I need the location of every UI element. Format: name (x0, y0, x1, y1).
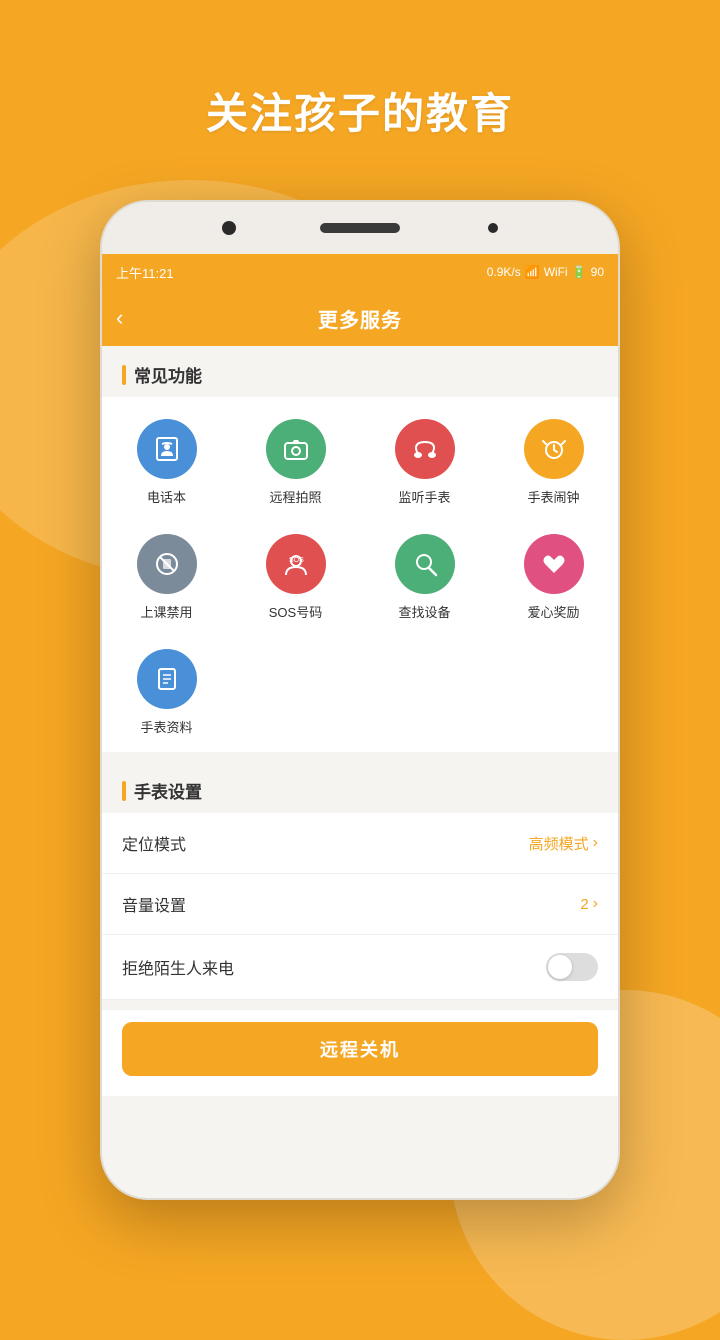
icon-item-find-device[interactable]: 查找设备 (360, 522, 489, 637)
watch-info-icon (137, 649, 197, 709)
love-reward-icon (524, 534, 584, 594)
sos-icon: SOS (266, 534, 326, 594)
app-header: ‹ 更多服务 (102, 290, 618, 346)
volume-value: 2 › (580, 895, 598, 913)
section-bar-common (122, 365, 126, 385)
icon-item-alarm[interactable]: 手表闹钟 (489, 407, 618, 522)
find-device-label: 查找设备 (398, 602, 450, 621)
divider1 (102, 752, 618, 762)
icon-item-phonebook[interactable]: 电话本 (102, 407, 231, 522)
section-bar-watch (122, 781, 126, 801)
wifi-icon: WiFi (544, 265, 568, 279)
watch-section-title: 手表设置 (134, 778, 202, 803)
location-value-text: 高频模式 (529, 833, 589, 854)
settings-item-location[interactable]: 定位模式 高频模式 › (102, 813, 618, 874)
status-bar: 上午11:21 0.9K/s 📶 WiFi 🔋 90 (102, 254, 618, 290)
alarm-icon (524, 419, 584, 479)
monitor-icon (395, 419, 455, 479)
svg-text:SOS: SOS (289, 557, 304, 564)
phone-speaker (320, 223, 400, 233)
common-section: 常见功能 电话本 (102, 346, 618, 752)
icon-item-watch-info[interactable]: 手表资料 (102, 637, 231, 752)
class-ban-icon (137, 534, 197, 594)
remote-photo-label: 远程拍照 (269, 487, 321, 506)
battery-icon: 🔋 (572, 265, 587, 279)
phone-content: 常见功能 电话本 (102, 346, 618, 1198)
watch-section-header: 手表设置 (102, 762, 618, 813)
icon-item-love-reward[interactable]: 爱心奖励 (489, 522, 618, 637)
reject-toggle[interactable] (546, 953, 598, 981)
common-section-header: 常见功能 (102, 346, 618, 397)
reject-label: 拒绝陌生人来电 (122, 955, 234, 979)
icon-item-monitor[interactable]: 监听手表 (360, 407, 489, 522)
back-button[interactable]: ‹ (116, 305, 123, 331)
volume-chevron: › (593, 895, 598, 913)
battery-value: 90 (591, 265, 604, 279)
location-label: 定位模式 (122, 831, 186, 855)
sos-label: SOS号码 (269, 602, 322, 621)
find-device-icon (395, 534, 455, 594)
volume-value-text: 2 (580, 896, 588, 913)
icon-item-sos[interactable]: SOS SOS号码 (231, 522, 360, 637)
header-title: 更多服务 (318, 304, 402, 333)
phone-camera-front (488, 223, 498, 233)
class-ban-label: 上课禁用 (140, 602, 192, 621)
phone-mockup: 上午11:21 0.9K/s 📶 WiFi 🔋 90 ‹ 更多服务 常见功能 (100, 200, 620, 1200)
phonebook-label: 电话本 (147, 487, 186, 506)
monitor-label: 监听手表 (398, 487, 450, 506)
location-value: 高频模式 › (529, 833, 598, 854)
network-speed: 0.9K/s (487, 265, 521, 279)
location-chevron: › (593, 834, 598, 852)
alarm-label: 手表闹钟 (527, 487, 579, 506)
phone-top-bar (102, 202, 618, 254)
icon-grid-row1: 电话本 远程拍照 (102, 397, 618, 752)
remote-shutdown-button[interactable]: 远程关机 (122, 1022, 598, 1076)
phone-camera (222, 221, 236, 235)
headline: 关注孩子的教育 (0, 80, 720, 141)
watch-info-label: 手表资料 (140, 717, 192, 736)
phonebook-icon (137, 419, 197, 479)
signal-icon: 📶 (525, 265, 540, 279)
volume-label: 音量设置 (122, 892, 186, 916)
toggle-knob (548, 955, 572, 979)
settings-list: 定位模式 高频模式 › 音量设置 2 › 拒绝陌生人来电 (102, 813, 618, 1000)
status-time: 上午11:21 (116, 263, 174, 282)
icon-item-class-ban[interactable]: 上课禁用 (102, 522, 231, 637)
settings-item-reject[interactable]: 拒绝陌生人来电 (102, 935, 618, 1000)
remote-photo-icon (266, 419, 326, 479)
common-section-title: 常见功能 (134, 362, 202, 387)
icon-item-remote-photo[interactable]: 远程拍照 (231, 407, 360, 522)
watch-section: 手表设置 定位模式 高频模式 › 音量设置 2 › (102, 762, 618, 1000)
bottom-btn-area: 远程关机 (102, 1010, 618, 1096)
status-right: 0.9K/s 📶 WiFi 🔋 90 (487, 265, 604, 279)
settings-item-volume[interactable]: 音量设置 2 › (102, 874, 618, 935)
love-reward-label: 爱心奖励 (527, 602, 579, 621)
